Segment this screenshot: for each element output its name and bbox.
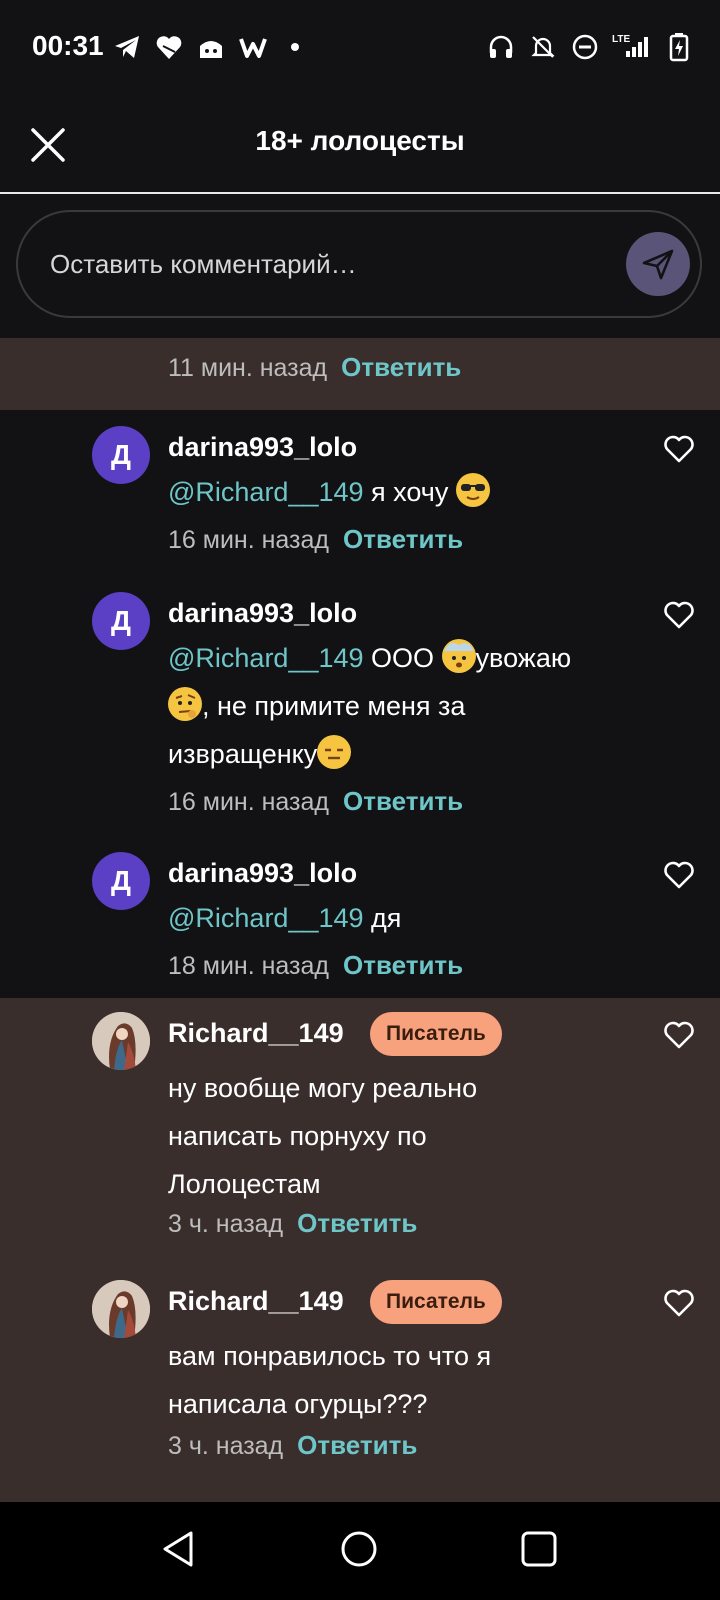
home-button[interactable] [334, 1524, 384, 1574]
status-time: 00:31 [32, 30, 104, 61]
avatar[interactable]: Д [92, 852, 150, 910]
comment-username[interactable]: darina993_lolo [168, 858, 357, 889]
headphones-icon [486, 32, 516, 62]
heart-icon[interactable] [662, 858, 696, 892]
comment-meta: 3 ч. назад Ответить [168, 1208, 417, 1239]
writer-badge: Писатель [370, 1280, 502, 1324]
comment-meta: 18 мин. назад Ответить [168, 950, 463, 981]
partial-comment: 11 мин. назад Ответить [0, 338, 720, 410]
w-app-icon [238, 32, 268, 62]
system-nav-bar [0, 1502, 720, 1600]
comment-text: @Richard__149 ООО увожаю , не примите ме… [168, 634, 608, 778]
notification-icons [112, 30, 310, 64]
comment-time: 16 мин. назад [168, 526, 329, 554]
comment-text: ну вообще могу реально написать порнуху … [168, 1073, 478, 1199]
reply-button[interactable]: Ответить [297, 1430, 417, 1460]
comment-meta: 16 мин. назад Ответить [168, 786, 463, 817]
heart-icon[interactable] [662, 598, 696, 632]
recents-button[interactable] [514, 1524, 564, 1574]
comment-meta: 16 мин. назад Ответить [168, 524, 463, 555]
avatar[interactable]: Д [92, 592, 150, 650]
lte-label: LTE [612, 34, 631, 45]
send-button[interactable] [626, 232, 690, 296]
reply-button[interactable]: Ответить [341, 352, 461, 382]
comment-box [16, 210, 702, 318]
battery-icon [664, 32, 694, 62]
top-app-bar: 18+ лолоцесты [0, 95, 720, 194]
comment-input[interactable] [48, 238, 612, 290]
comment-time: 3 ч. назад [168, 1432, 284, 1460]
comment-username[interactable]: darina993_lolo [168, 598, 357, 629]
neko-app-icon [196, 32, 226, 62]
dot-icon [280, 32, 310, 62]
heart-icon[interactable] [662, 1018, 696, 1052]
telegram-icon [112, 32, 142, 62]
mention-link[interactable]: @Richard__149 [168, 903, 364, 933]
mention-link[interactable]: @Richard__149 [168, 477, 364, 507]
avatar[interactable] [92, 1280, 150, 1338]
mention-link[interactable]: @Richard__149 [168, 643, 364, 673]
comment-time: 3 ч. назад [168, 1210, 284, 1238]
comments-feed[interactable]: 11 мин. назад Ответить Д darina993_lolo @… [0, 338, 720, 1502]
comment-text: @Richard__149 дя [168, 903, 402, 933]
comment-username[interactable]: Richard__149 [168, 1286, 344, 1317]
comment-time: 18 мин. назад [168, 952, 329, 980]
bell-off-icon [528, 32, 558, 62]
writer-badge: Писатель [370, 1012, 502, 1056]
sunglasses-emoji [455, 473, 490, 507]
send-icon [642, 249, 674, 280]
raised-eyebrow-emoji [168, 687, 202, 721]
reply-button[interactable]: Ответить [343, 524, 463, 554]
dnd-icon [570, 32, 600, 62]
home-icon [341, 1531, 377, 1567]
avatar[interactable] [92, 1012, 150, 1070]
recents-icon [521, 1531, 557, 1567]
author-comments-group: Richard__149 Писатель ну вообще могу реа… [0, 998, 720, 1502]
comment-username[interactable]: Richard__149 [168, 1018, 344, 1049]
back-icon [163, 1531, 193, 1567]
status-bar: 00:31 LTE [0, 0, 720, 95]
comment-time: 16 мин. назад [168, 788, 329, 816]
page-title: 18+ лолоцесты [255, 125, 465, 156]
lte-signal-icon: LTE [612, 32, 652, 62]
comment-text: вам понравилось то что я написала огурцы… [168, 1341, 492, 1419]
comment-username[interactable]: darina993_lolo [168, 432, 357, 463]
comment-meta: 11 мин. назад Ответить [168, 352, 461, 383]
reply-button[interactable]: Ответить [343, 786, 463, 816]
partial-text-fragment [330, 338, 470, 340]
reply-button[interactable]: Ответить [297, 1208, 417, 1238]
reply-button[interactable]: Ответить [343, 950, 463, 980]
expressionless-emoji [317, 735, 352, 769]
exploding-head-emoji [441, 639, 476, 673]
comment-meta: 3 ч. назад Ответить [168, 1430, 417, 1461]
comment-time: 11 мин. назад [168, 354, 328, 382]
heart-app-icon [154, 32, 184, 62]
back-button[interactable] [154, 1524, 204, 1574]
heart-icon[interactable] [662, 432, 696, 466]
comments-group: Д darina993_lolo @Richard__149 я хочу 16… [0, 410, 720, 998]
avatar[interactable]: Д [92, 426, 150, 484]
comment-text: @Richard__149 я хочу [168, 468, 638, 516]
heart-icon[interactable] [662, 1286, 696, 1320]
system-icons: LTE [486, 30, 694, 64]
